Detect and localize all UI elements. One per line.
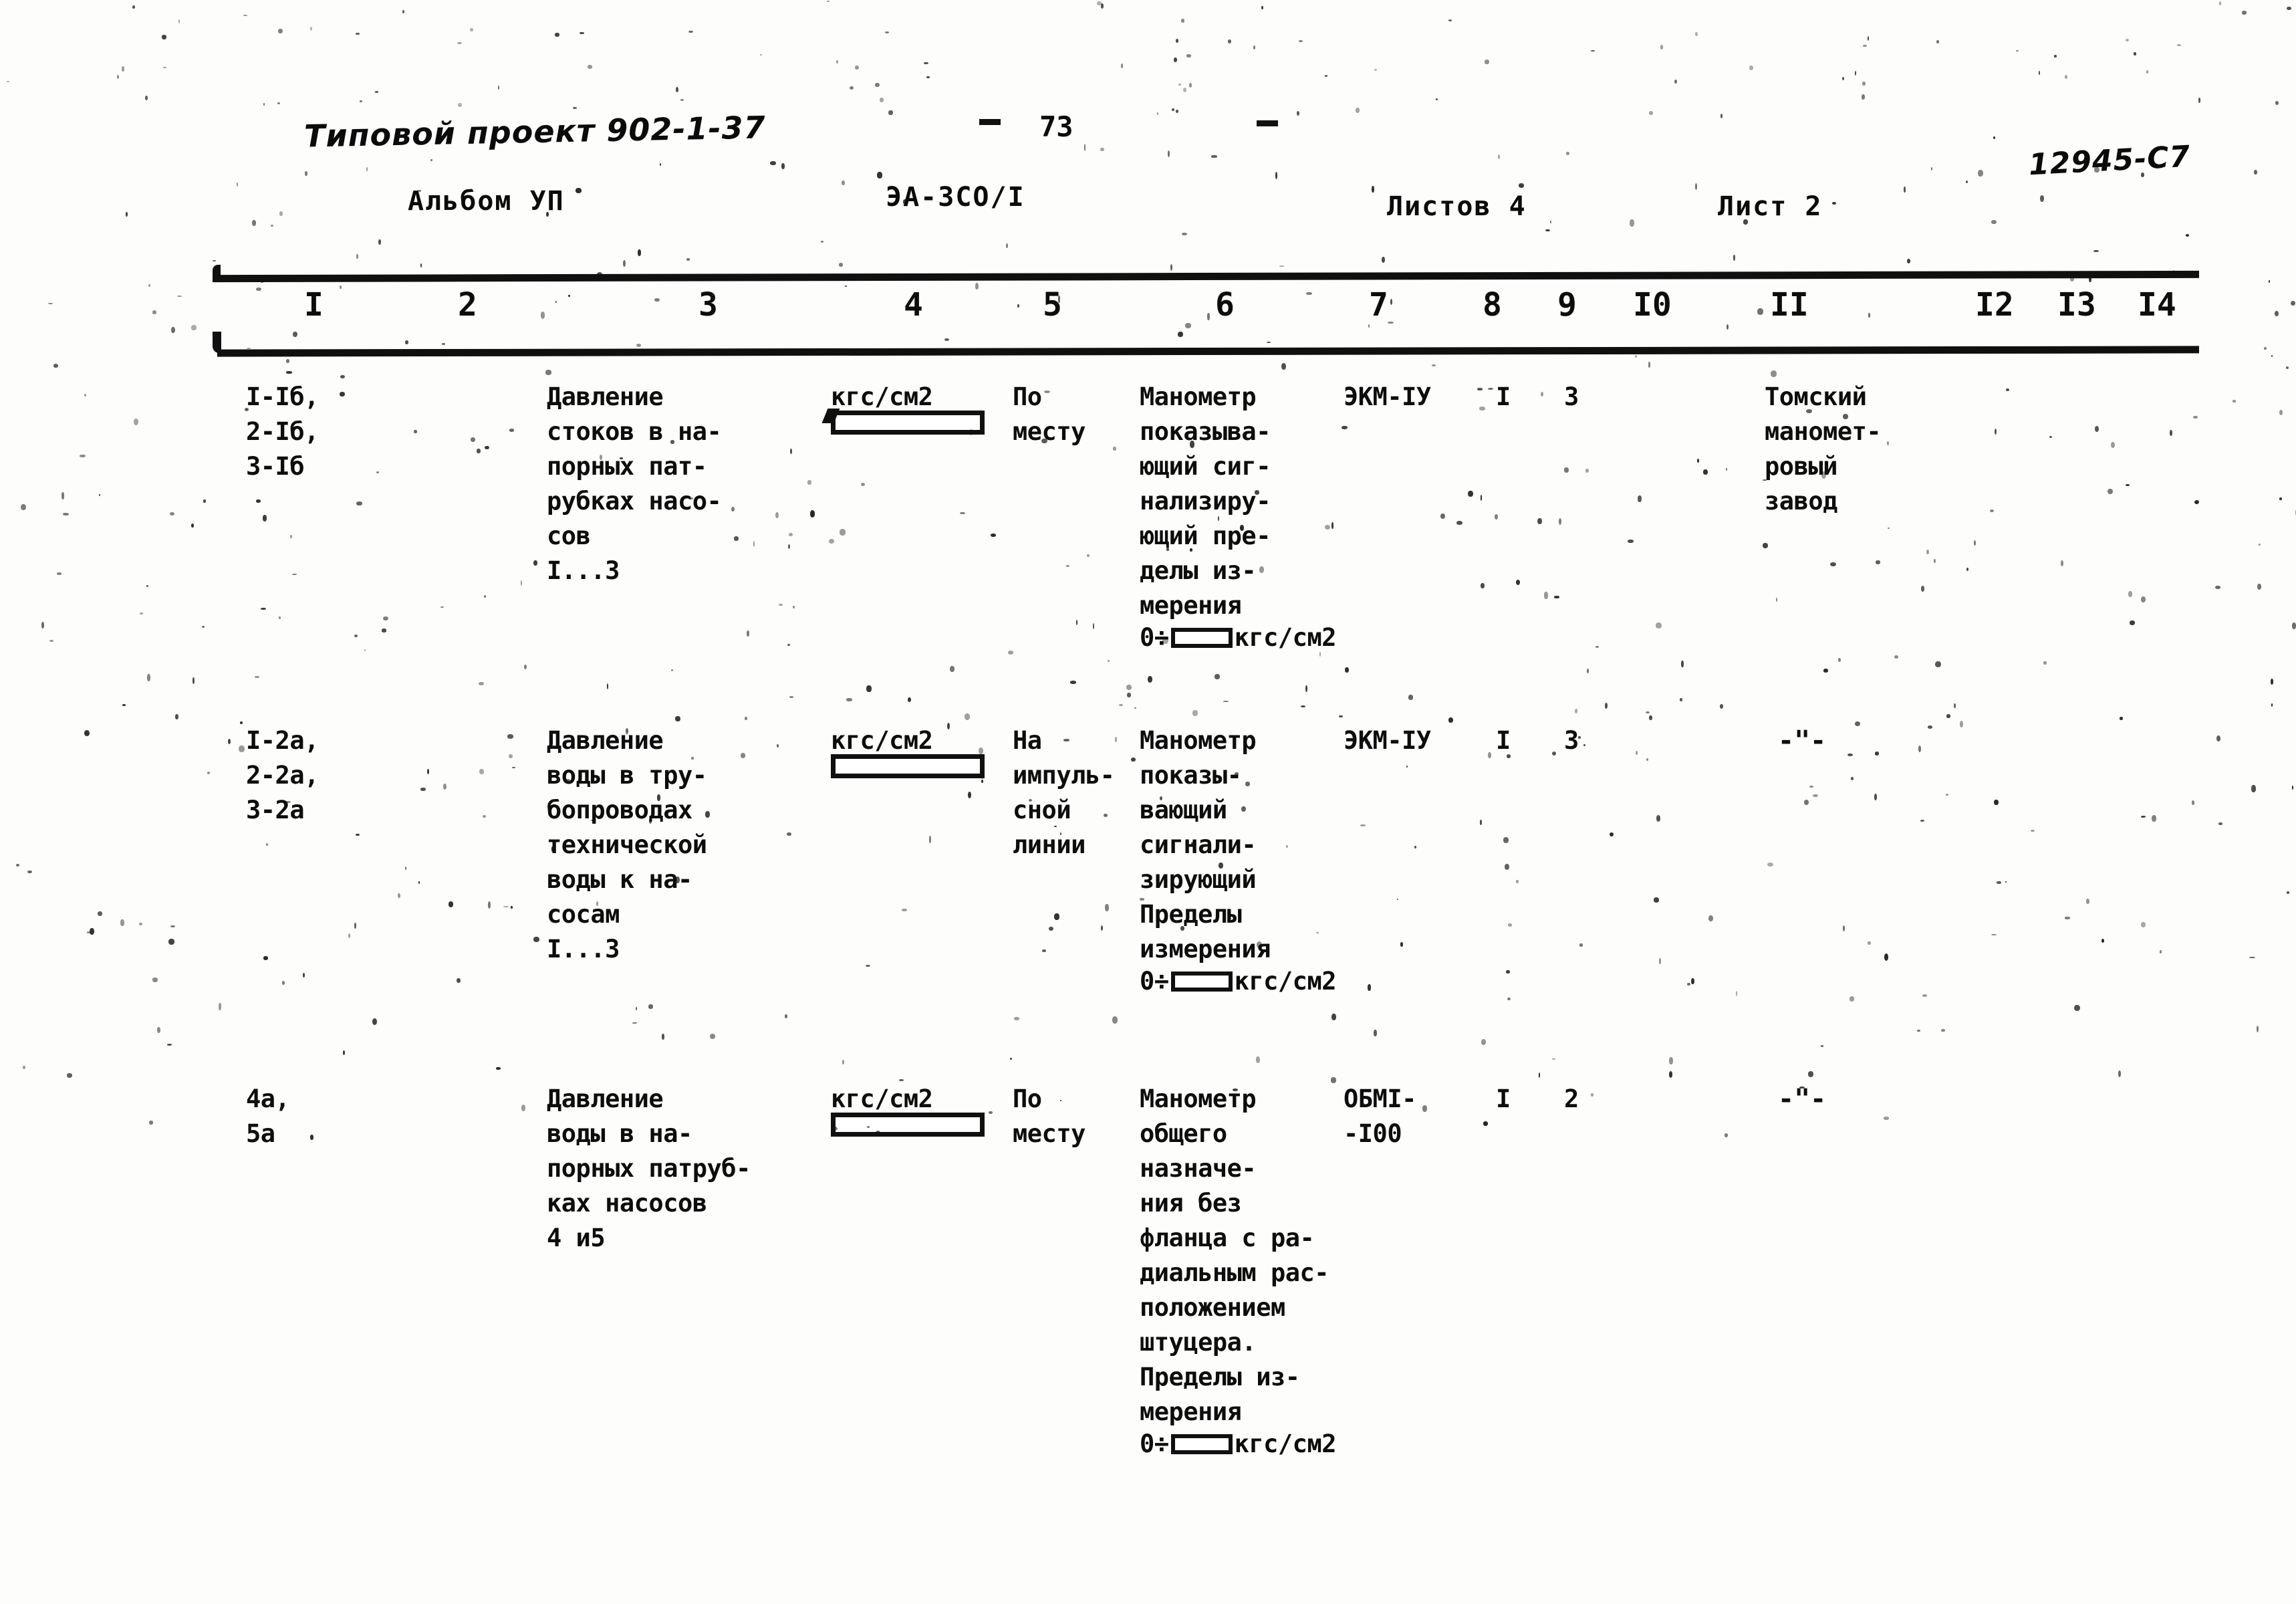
cell-unit: кгс/см2 <box>831 382 933 411</box>
cell-instrument-description: Манометр показы- вающий сигнали- зирующи… <box>1140 726 1271 963</box>
cell-manufacturer: Томский маномет- ровый завод <box>1765 382 1882 515</box>
cell-instrument-type: ОБМI- -I00 <box>1344 1084 1416 1148</box>
cell-manufacturer: -"- <box>1778 725 1827 756</box>
measuring-range-line: 0÷ кгс/см2 <box>1140 967 1337 996</box>
cell-quantity-b: 3 <box>1564 726 1579 755</box>
cell-quantity-a: I <box>1496 382 1511 411</box>
cell-quantity-b: 2 <box>1564 1084 1579 1113</box>
range-suffix: кгс/см2 <box>1234 967 1337 996</box>
cell-parameter-description: Давление воды в на- порных патруб- ках н… <box>547 1084 751 1252</box>
range-value-box[interactable] <box>1170 627 1233 648</box>
cell-instrument-type: ЭКМ-IУ <box>1344 382 1431 411</box>
cell-parameter-description: Давление воды в тру- бопроводах техничес… <box>547 726 707 963</box>
cell-quantity-b: 3 <box>1564 382 1579 411</box>
range-prefix: 0÷ <box>1140 967 1169 996</box>
cell-location: По месту <box>1013 382 1086 446</box>
range-value-box[interactable] <box>1170 971 1233 992</box>
cell-position-designation: 4а, 5а <box>246 1084 290 1148</box>
unit-value-box[interactable] <box>831 411 985 435</box>
cell-unit: кгс/см2 <box>831 726 933 755</box>
cell-unit: кгс/см2 <box>831 1084 933 1113</box>
scanned-page: Типовой проект 902-1-37 73 12945-С7 Альб… <box>0 0 2296 1604</box>
measuring-range-line: 0÷ кгс/см2 <box>1140 1429 1337 1458</box>
range-suffix: кгс/см2 <box>1234 623 1337 652</box>
cell-position-designation: I-2а, 2-2а, 3-2а <box>246 726 319 824</box>
cell-parameter-description: Давление стоков в на- порных пат- рубках… <box>547 382 722 585</box>
unit-value-box[interactable] <box>831 1113 985 1137</box>
cell-quantity-a: I <box>1496 726 1511 755</box>
cell-position-designation: I-Iб, 2-Iб, 3-Iб <box>246 382 319 481</box>
cell-quantity-a: I <box>1496 1084 1511 1113</box>
unit-value-box[interactable] <box>831 754 985 778</box>
table-body: I-Iб, 2-Iб, 3-Iб Давление стоков в на- п… <box>0 0 2296 1604</box>
cell-instrument-description: Манометр общего назначе- ния без фланца … <box>1140 1084 1329 1426</box>
cell-location: По месту <box>1013 1084 1086 1148</box>
range-prefix: 0÷ <box>1140 1429 1169 1458</box>
range-suffix: кгс/см2 <box>1234 1429 1337 1458</box>
range-value-box[interactable] <box>1170 1434 1233 1454</box>
cell-location: На импуль- сной линии <box>1013 726 1115 859</box>
measuring-range-line: 0÷ кгс/см2 <box>1140 623 1337 652</box>
cell-instrument-description: Манометр показыва- ющий сиг- нализиру- ю… <box>1140 382 1271 620</box>
